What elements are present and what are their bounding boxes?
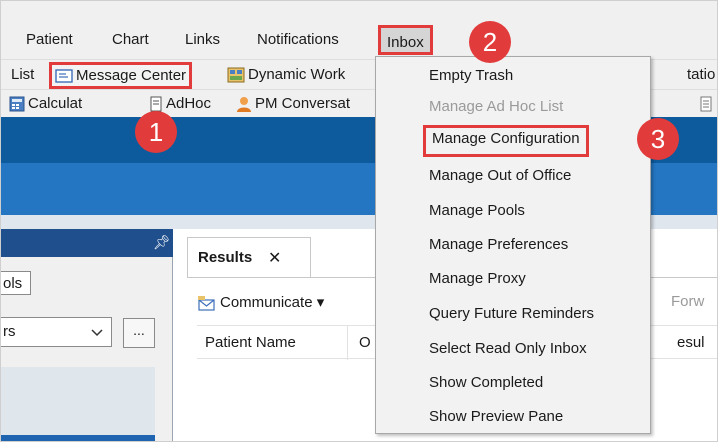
- inbox-dropdown-menu: Empty Trash Manage Ad Hoc List Manage Co…: [375, 56, 651, 434]
- toolbar-doc-icon[interactable]: [699, 96, 713, 112]
- column-header-patient-name[interactable]: Patient Name: [205, 334, 296, 351]
- left-list-selected-row[interactable]: [1, 435, 155, 441]
- left-tab-pools[interactable]: ols: [1, 271, 31, 295]
- menu-item-manage-out-of-office[interactable]: Manage Out of Office: [429, 163, 571, 189]
- forward-button[interactable]: Forw: [671, 293, 704, 310]
- menu-links[interactable]: Links: [185, 27, 220, 53]
- adhoc-label: AdHoc: [166, 95, 212, 112]
- worklist-icon: [227, 67, 245, 83]
- step-badge-3: 3: [637, 118, 679, 160]
- left-list[interactable]: [1, 367, 155, 441]
- left-pane-header: 📌︎: [1, 229, 173, 257]
- calculator-button[interactable]: Calculat: [9, 93, 82, 115]
- app-window: Patient Chart Links Notifications Inbox …: [0, 0, 718, 442]
- menu-inbox[interactable]: Inbox: [378, 25, 433, 55]
- column-header-o[interactable]: O: [359, 334, 371, 351]
- chevron-down-icon[interactable]: ▾: [317, 294, 325, 311]
- ellipsis-button[interactable]: ...: [123, 318, 155, 348]
- person-icon: [237, 97, 251, 113]
- menu-item-manage-configuration[interactable]: Manage Configuration: [423, 125, 589, 157]
- communicate-button[interactable]: Communicate ▾: [197, 293, 324, 311]
- column-separator: [347, 326, 348, 360]
- calculator-icon: [9, 96, 25, 112]
- tab-results[interactable]: Results ✕: [187, 237, 311, 277]
- menu-chart[interactable]: Chart: [112, 27, 149, 53]
- close-icon[interactable]: ✕: [268, 248, 281, 268]
- menu-patient[interactable]: Patient: [26, 27, 73, 53]
- menu-item-show-preview-pane[interactable]: Show Preview Pane: [429, 404, 563, 430]
- message-center-icon: [55, 69, 73, 83]
- left-filter-value: rs: [3, 323, 16, 340]
- menu-item-empty-trash[interactable]: Empty Trash: [429, 63, 513, 89]
- dynamic-worklist-button[interactable]: Dynamic Work: [227, 64, 345, 86]
- toolbar-list-button[interactable]: List: [11, 64, 34, 86]
- dynamic-worklist-label: Dynamic Work: [248, 66, 346, 83]
- pm-conversation-button[interactable]: PM Conversat: [236, 93, 350, 115]
- calculator-label: Calculat: [28, 95, 83, 112]
- message-center-button[interactable]: Message Center: [49, 62, 193, 89]
- chevron-down-icon: [91, 329, 103, 337]
- menu-bar: Patient Chart Links Notifications Inbox: [1, 1, 717, 59]
- toolbar-partial-item[interactable]: tatio: [687, 64, 715, 86]
- tab-results-label: Results: [198, 249, 253, 266]
- pm-conversation-label: PM Conversat: [255, 95, 351, 112]
- menu-item-query-future-reminders[interactable]: Query Future Reminders: [429, 301, 594, 327]
- menu-item-select-read-only-inbox[interactable]: Select Read Only Inbox: [429, 336, 587, 362]
- menu-item-manage-ad-hoc-list: Manage Ad Hoc List: [429, 98, 564, 115]
- communicate-label: Communicate: [220, 294, 313, 311]
- column-header-result[interactable]: esul: [677, 334, 705, 351]
- step-badge-1: 1: [135, 111, 177, 153]
- menu-item-manage-preferences[interactable]: Manage Preferences: [429, 232, 568, 258]
- menu-item-manage-proxy[interactable]: Manage Proxy: [429, 266, 526, 292]
- menu-item-show-completed[interactable]: Show Completed: [429, 370, 543, 396]
- left-filter-select[interactable]: rs: [1, 317, 112, 347]
- menu-notifications[interactable]: Notifications: [257, 27, 339, 53]
- step-badge-2: 2: [469, 21, 511, 63]
- menu-item-manage-pools[interactable]: Manage Pools: [429, 198, 525, 224]
- adhoc-icon: [150, 96, 162, 112]
- communicate-icon: [198, 296, 215, 311]
- message-center-label: Message Center: [76, 67, 187, 84]
- pin-icon[interactable]: 📌︎: [153, 234, 171, 251]
- left-pane: 📌︎ ols rs ...: [1, 229, 173, 441]
